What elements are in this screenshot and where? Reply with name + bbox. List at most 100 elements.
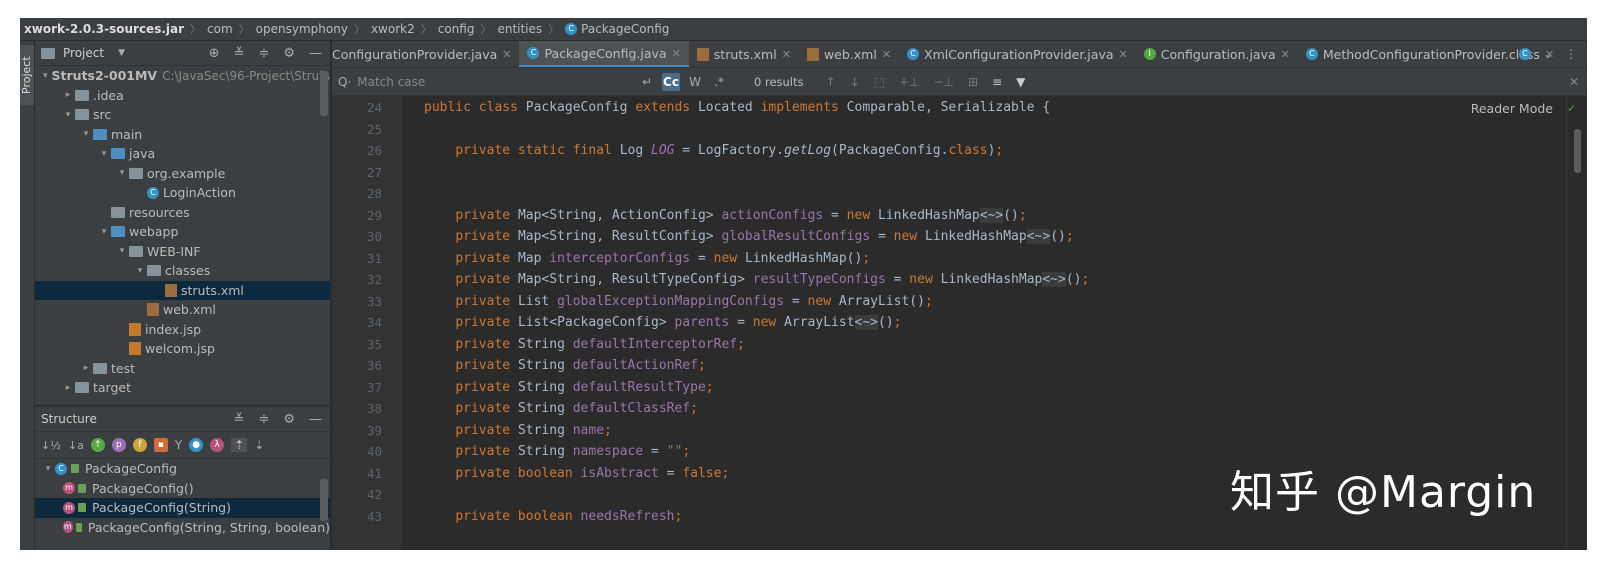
chevron-down-icon[interactable]: ▾	[41, 464, 55, 474]
show-fields-icon[interactable]: f	[132, 438, 147, 452]
more-options-icon[interactable]: ⋮	[1565, 47, 1577, 61]
structure-item[interactable]: ▾ C PackageConfig	[35, 459, 330, 479]
tree-item[interactable]: C LoginAction	[35, 183, 330, 203]
chevron-down-icon[interactable]: ▾	[43, 71, 48, 81]
autoscroll-from-source-icon[interactable]: ⇣	[254, 438, 264, 452]
editor-tab[interactable]: ConfigurationProvider.java ✕	[332, 41, 519, 67]
close-icon[interactable]: ✕	[672, 47, 681, 60]
tree-item[interactable]: ▾ webapp	[35, 222, 330, 242]
structure-item[interactable]: m PackageConfig()	[35, 479, 330, 499]
tree-item[interactable]: ▸ target	[35, 378, 330, 398]
editor-tab[interactable]: C PackageConfig.java ✕	[519, 41, 689, 67]
chevron-down-icon[interactable]: ▾	[115, 246, 129, 256]
breadcrumb-item[interactable]: xwork2	[365, 22, 421, 36]
editor-tab[interactable]: web.xml ✕	[799, 41, 899, 67]
tree-item[interactable]: ▾ src	[35, 105, 330, 125]
chevron-down-icon[interactable]: ▾	[79, 129, 93, 139]
close-icon[interactable]: ✕	[882, 48, 891, 61]
editor-tab[interactable]: I Configuration.java ✕	[1136, 41, 1298, 67]
show-lambdas-icon[interactable]: Y	[175, 438, 182, 452]
autoscroll-to-source-icon[interactable]: ⇡	[231, 438, 248, 452]
newline-icon[interactable]: ↵	[638, 73, 656, 91]
collapse-all-icon[interactable]: ≑	[258, 46, 269, 61]
collapse-all-icon[interactable]: ≑	[258, 412, 269, 427]
chevron-right-icon[interactable]: ▸	[79, 363, 93, 373]
previous-occurrence-icon[interactable]: ↑	[826, 75, 836, 89]
editor-tab[interactable]: C XmlConfigurationProvider.java ✕	[899, 41, 1136, 67]
chevron-down-icon[interactable]: ▾	[97, 227, 111, 237]
chevron-right-icon[interactable]: ▸	[61, 90, 75, 100]
select-all-icon[interactable]: ⊞	[968, 75, 978, 89]
locate-icon[interactable]: ⊕	[209, 46, 220, 61]
editor-tab[interactable]: struts.xml ✕	[689, 41, 799, 67]
show-properties-icon[interactable]: p	[111, 438, 126, 452]
close-icon[interactable]: ✕	[1281, 48, 1290, 61]
chevron-down-icon[interactable]: ▾	[97, 149, 111, 159]
tree-item[interactable]: ▾ WEB-INF	[35, 242, 330, 262]
breadcrumb-item[interactable]: opensymphony	[250, 22, 354, 36]
project-scrollbar[interactable]	[320, 71, 328, 116]
find-input[interactable]: Q· Match case	[332, 71, 638, 92]
editor-scrollbar[interactable]	[1574, 129, 1581, 173]
project-tool-button[interactable]: Project	[20, 45, 34, 105]
gear-icon[interactable]: ⚙	[283, 412, 295, 427]
breadcrumb-item[interactable]: xwork-2.0.3-sources.jar	[20, 22, 190, 36]
sort-alpha-icon[interactable]: ↓a	[68, 439, 84, 452]
tree-item[interactable]: ▸ test	[35, 359, 330, 379]
filter-icon[interactable]: ▼	[1016, 75, 1025, 89]
chevron-down-icon[interactable]: ▾	[61, 110, 75, 120]
breadcrumb-item[interactable]: C PackageConfig	[559, 22, 675, 36]
structure-item[interactable]: m PackageConfig(String, String, boolean)	[35, 518, 330, 538]
close-icon[interactable]: ✕	[782, 48, 791, 61]
tree-item[interactable]: ▸ .idea	[35, 86, 330, 106]
filter-options-icon[interactable]: ≡	[992, 75, 1002, 89]
close-icon[interactable]: ✕	[1569, 75, 1579, 89]
chevron-right-icon[interactable]: ▸	[61, 383, 75, 393]
breadcrumb-item[interactable]: com	[201, 22, 239, 36]
class-icon: I	[1143, 48, 1156, 60]
words-toggle[interactable]: W	[686, 73, 704, 91]
code-text: private List globalExceptionMappingConfi…	[455, 293, 933, 309]
inspection-ok-icon[interactable]: ✓	[1568, 101, 1575, 115]
show-anonymous-icon[interactable]: ●	[189, 438, 204, 452]
show-inherited-icon[interactable]: ↑	[90, 438, 105, 452]
chevron-down-icon[interactable]: ▾	[133, 266, 147, 276]
breadcrumb-item[interactable]: entities	[491, 22, 548, 36]
gear-icon[interactable]: ⚙	[283, 46, 295, 61]
match-case-toggle[interactable]: Cc	[662, 72, 680, 91]
tree-item[interactable]: index.jsp	[35, 320, 330, 340]
tree-item[interactable]: ▾ classes	[35, 261, 330, 281]
show-lambda-icon[interactable]: λ	[210, 438, 225, 452]
show-non-public-icon[interactable]: ▪	[153, 438, 168, 452]
hide-icon[interactable]: —	[309, 412, 322, 427]
line-number: 31	[366, 250, 382, 266]
expand-all-icon[interactable]: ≚	[234, 46, 245, 61]
regex-toggle[interactable]: .*	[710, 73, 728, 91]
chevron-down-icon[interactable]: ▾	[115, 168, 129, 178]
close-icon[interactable]: ✕	[502, 48, 511, 61]
tree-item[interactable]: resources	[35, 203, 330, 223]
add-selection-icon[interactable]: +⊥	[899, 75, 920, 89]
tree-item[interactable]: ▾ main	[35, 125, 330, 145]
chevron-down-icon[interactable]: ⌄	[1543, 47, 1553, 61]
expand-all-icon[interactable]: ≚	[234, 412, 245, 427]
tree-item[interactable]: struts.xml	[35, 280, 330, 300]
sort-by-visibility-icon[interactable]: ↓½	[41, 439, 61, 452]
structure-item[interactable]: m PackageConfig(String)	[35, 498, 330, 518]
tree-item[interactable]: ▾ Struts2-001MV C:\JavaSec\96-Project\Stru…	[35, 66, 330, 86]
next-occurrence-icon[interactable]: ↓	[850, 75, 860, 89]
tree-item[interactable]: ▾ java	[35, 144, 330, 164]
project-view-selector[interactable]: Project ▼	[41, 46, 125, 60]
structure-scrollbar[interactable]	[320, 479, 328, 521]
tree-item[interactable]: web.xml	[35, 300, 330, 320]
close-icon[interactable]: ✕	[1119, 48, 1128, 61]
breadcrumb-item[interactable]: config	[432, 22, 481, 36]
tree-item[interactable]: welcom.jsp	[35, 339, 330, 359]
hide-icon[interactable]: —	[309, 46, 322, 61]
remove-selection-icon[interactable]: −⊥	[933, 75, 954, 89]
tree-item[interactable]: ▾ org.example	[35, 164, 330, 184]
select-all-occurrences-icon[interactable]: ⬚	[874, 75, 885, 89]
search-icon[interactable]: Q·	[338, 75, 351, 89]
more-tabs-icon[interactable]: C	[1518, 48, 1531, 60]
reader-mode-button[interactable]: Reader Mode	[1471, 101, 1553, 116]
